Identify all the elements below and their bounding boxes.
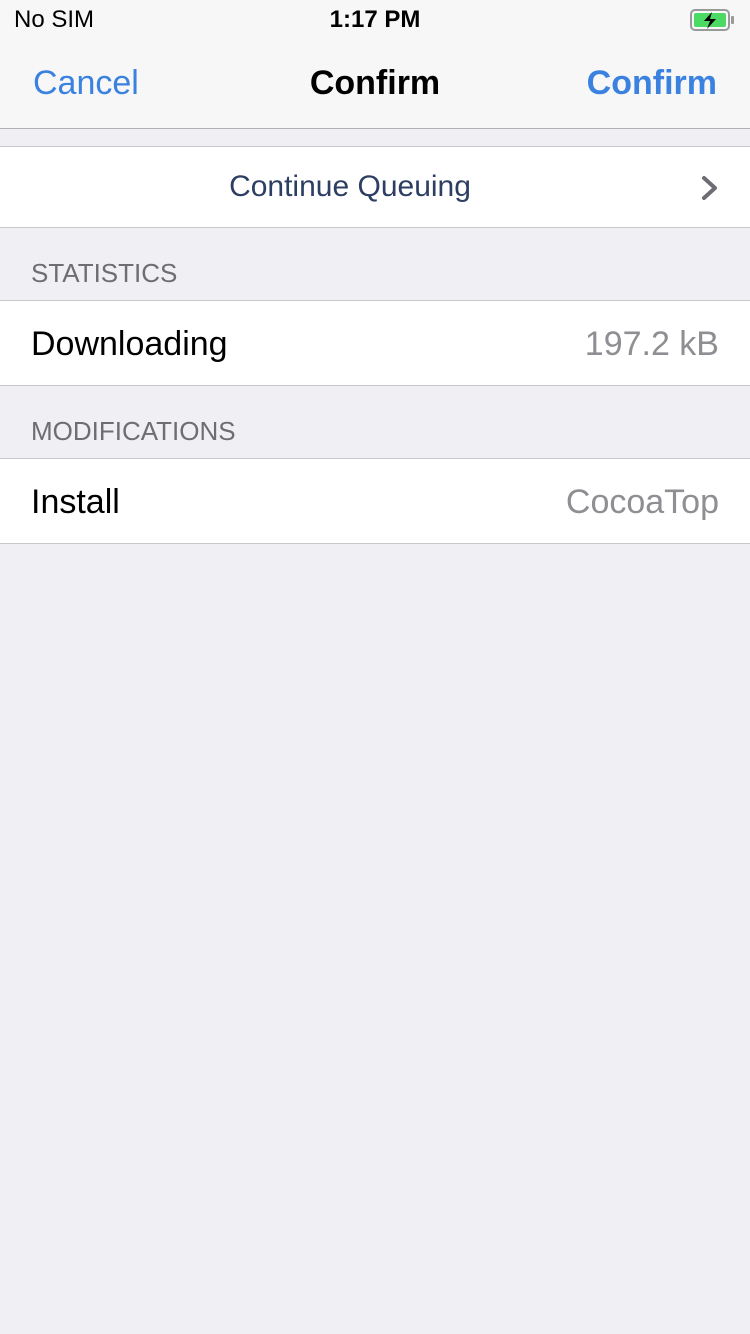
battery-charging-icon	[690, 8, 736, 32]
status-bar: No SIM 1:17 PM	[0, 0, 750, 40]
status-time: 1:17 PM	[329, 6, 421, 33]
chevron-right-icon	[700, 175, 720, 201]
continue-queuing-row[interactable]: Continue Queuing	[0, 146, 750, 228]
cancel-button[interactable]: Cancel	[33, 64, 139, 103]
downloading-row: Downloading 197.2 kB	[0, 300, 750, 386]
confirm-button[interactable]: Confirm	[587, 64, 717, 103]
install-label: Install	[31, 483, 120, 521]
downloading-size-value: 197.2 kB	[584, 325, 719, 363]
install-package-value: CocoaTop	[565, 483, 719, 521]
continue-queuing-label: Continue Queuing	[229, 170, 471, 203]
modifications-section-header: MODIFICATIONS	[31, 416, 236, 446]
statistics-section-header: STATISTICS	[31, 258, 178, 288]
navigation-bar: Cancel Confirm Confirm	[0, 40, 750, 129]
downloading-label: Downloading	[31, 325, 228, 363]
install-row: Install CocoaTop	[0, 458, 750, 544]
